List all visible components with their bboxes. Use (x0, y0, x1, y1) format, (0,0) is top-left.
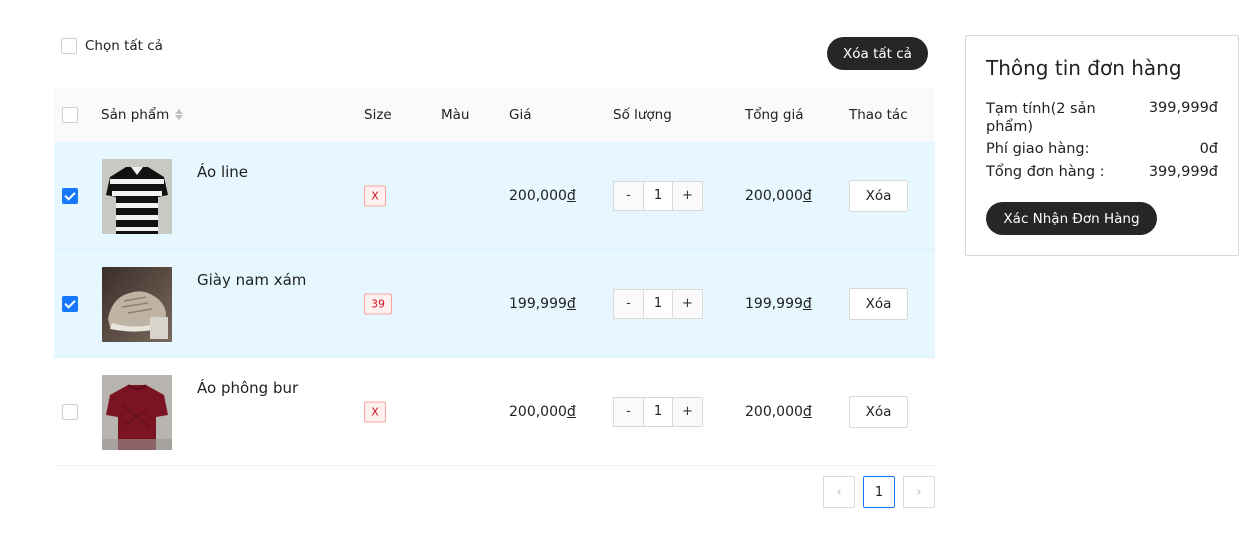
product-thumbnail[interactable] (102, 267, 172, 342)
price-value: 200,000đ (509, 403, 576, 420)
size-tag: X (364, 185, 386, 206)
qty-input[interactable]: 1 (643, 289, 673, 318)
qty-minus-button[interactable]: - (614, 290, 643, 318)
qty-input[interactable]: 1 (643, 397, 673, 426)
delete-button[interactable]: Xóa (849, 179, 908, 212)
price-value: 199,999đ (509, 295, 576, 312)
qty-plus-button[interactable]: + (673, 290, 702, 318)
total-value: 200,000đ (745, 187, 812, 204)
table-row: Giày nam xám 39 199,999đ - 1 + 199,999đ … (54, 250, 935, 358)
select-all-checkbox[interactable] (61, 38, 77, 54)
qty-plus-button[interactable]: + (673, 398, 702, 426)
total-value: 199,999đ (745, 295, 812, 312)
size-tag: X (364, 401, 386, 422)
row-checkbox[interactable] (62, 295, 78, 312)
order-total-value: 399,999đ (1148, 164, 1218, 180)
header-quantity: Số lượng (613, 106, 672, 123)
table-row: Áo phông bur X 200,000đ - 1 + 200,000đ X… (54, 358, 935, 466)
row-checkbox[interactable] (62, 187, 78, 204)
clear-all-button[interactable]: Xóa tất cả (827, 37, 928, 70)
select-all[interactable]: Chọn tất cả (61, 38, 163, 54)
product-name[interactable]: Áo line (197, 163, 248, 181)
header-checkbox[interactable] (62, 106, 78, 123)
table-row: Áo line X 200,000đ - 1 + 200,000đ Xóa (54, 142, 935, 250)
quantity-stepper: - 1 + (613, 396, 703, 427)
product-thumbnail[interactable] (102, 159, 172, 234)
page-1-button[interactable]: 1 (863, 476, 895, 508)
size-tag: 39 (364, 293, 392, 314)
qty-plus-button[interactable]: + (673, 182, 702, 210)
product-name[interactable]: Áo phông bur (197, 379, 298, 397)
shipping-label: Phí giao hàng: (986, 141, 1090, 157)
sort-icon[interactable] (175, 109, 184, 120)
subtotal-value: 399,999đ (1148, 100, 1218, 116)
qty-input[interactable]: 1 (643, 181, 673, 210)
order-summary: Thông tin đơn hàng Tạm tính(2 sản phẩm) … (965, 35, 1239, 256)
product-thumbnail[interactable] (102, 375, 172, 450)
select-all-label: Chọn tất cả (85, 38, 163, 54)
header-color: Màu (441, 106, 470, 123)
delete-button[interactable]: Xóa (849, 395, 908, 428)
prev-page-button[interactable]: ‹ (823, 476, 855, 508)
shipping-value: 0đ (1199, 141, 1218, 157)
shipping-row: Phí giao hàng: 0đ (986, 141, 1218, 161)
confirm-order-button[interactable]: Xác Nhận Đơn Hàng (986, 202, 1157, 235)
qty-minus-button[interactable]: - (614, 182, 643, 210)
header-product[interactable]: Sản phẩm (101, 107, 184, 123)
product-name[interactable]: Giày nam xám (197, 271, 306, 289)
qty-minus-button[interactable]: - (614, 398, 643, 426)
order-total-row: Tổng đơn hàng : 399,999đ (986, 164, 1218, 184)
table-header: Sản phẩm Size Màu Giá Số lượng Tổng giá … (54, 87, 935, 142)
cart-table: Sản phẩm Size Màu Giá Số lượng Tổng giá … (54, 87, 935, 466)
order-total-label: Tổng đơn hàng : (986, 164, 1105, 180)
header-price: Giá (509, 106, 532, 123)
price-value: 200,000đ (509, 187, 576, 204)
next-page-button[interactable]: › (903, 476, 935, 508)
header-size: Size (364, 106, 392, 123)
subtotal-row: Tạm tính(2 sản phẩm) 399,999đ (986, 100, 1218, 140)
quantity-stepper: - 1 + (613, 288, 703, 319)
quantity-stepper: - 1 + (613, 180, 703, 211)
delete-button[interactable]: Xóa (849, 287, 908, 320)
header-total: Tổng giá (745, 106, 804, 123)
row-checkbox[interactable] (62, 403, 78, 420)
subtotal-label: Tạm tính(2 sản phẩm) (986, 101, 1096, 135)
header-action: Thao tác (849, 106, 908, 123)
summary-title: Thông tin đơn hàng (986, 56, 1182, 80)
total-value: 200,000đ (745, 403, 812, 420)
